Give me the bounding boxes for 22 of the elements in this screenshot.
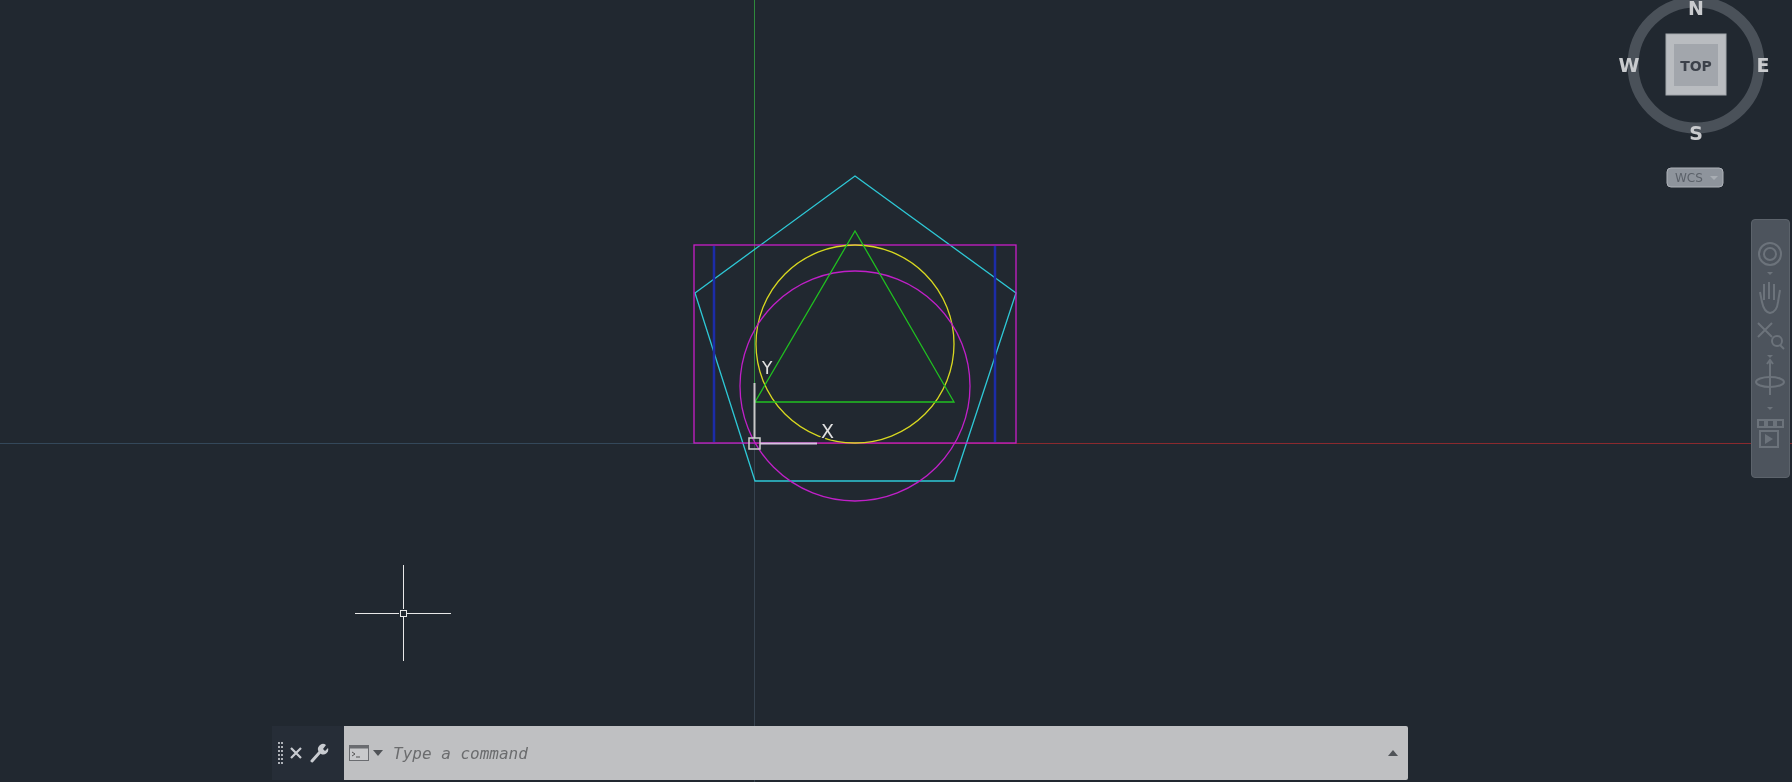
command-line-bar[interactable]: Type a command xyxy=(344,726,1408,780)
terminal-icon[interactable] xyxy=(349,745,369,761)
expand-up-icon[interactable] xyxy=(1388,750,1398,756)
ucs-icon xyxy=(748,382,818,450)
compass-west-label[interactable]: W xyxy=(1618,54,1640,76)
wrench-icon[interactable] xyxy=(309,743,329,763)
grip-handle-icon[interactable] xyxy=(278,742,283,764)
orbit-icon[interactable] xyxy=(1755,358,1785,396)
compass-south-label[interactable]: S xyxy=(1689,122,1703,144)
y-axis-label: Y xyxy=(762,358,773,378)
zoom-icon[interactable] xyxy=(1757,322,1785,350)
showmotion-icon[interactable] xyxy=(1757,419,1784,448)
x-axis-label: X xyxy=(821,420,835,442)
command-input-field[interactable]: Type a command xyxy=(387,738,1384,768)
pan-hand-icon[interactable] xyxy=(1759,281,1781,314)
caret-icon[interactable] xyxy=(373,750,383,756)
crosshair-cursor-icon xyxy=(354,564,452,662)
close-icon[interactable] xyxy=(290,747,302,759)
viewcube-top-face[interactable] xyxy=(1665,33,1727,96)
compass-north-label[interactable]: N xyxy=(1688,0,1704,19)
compass-east-label[interactable]: E xyxy=(1756,54,1770,76)
steering-wheel-icon[interactable] xyxy=(1758,242,1782,266)
